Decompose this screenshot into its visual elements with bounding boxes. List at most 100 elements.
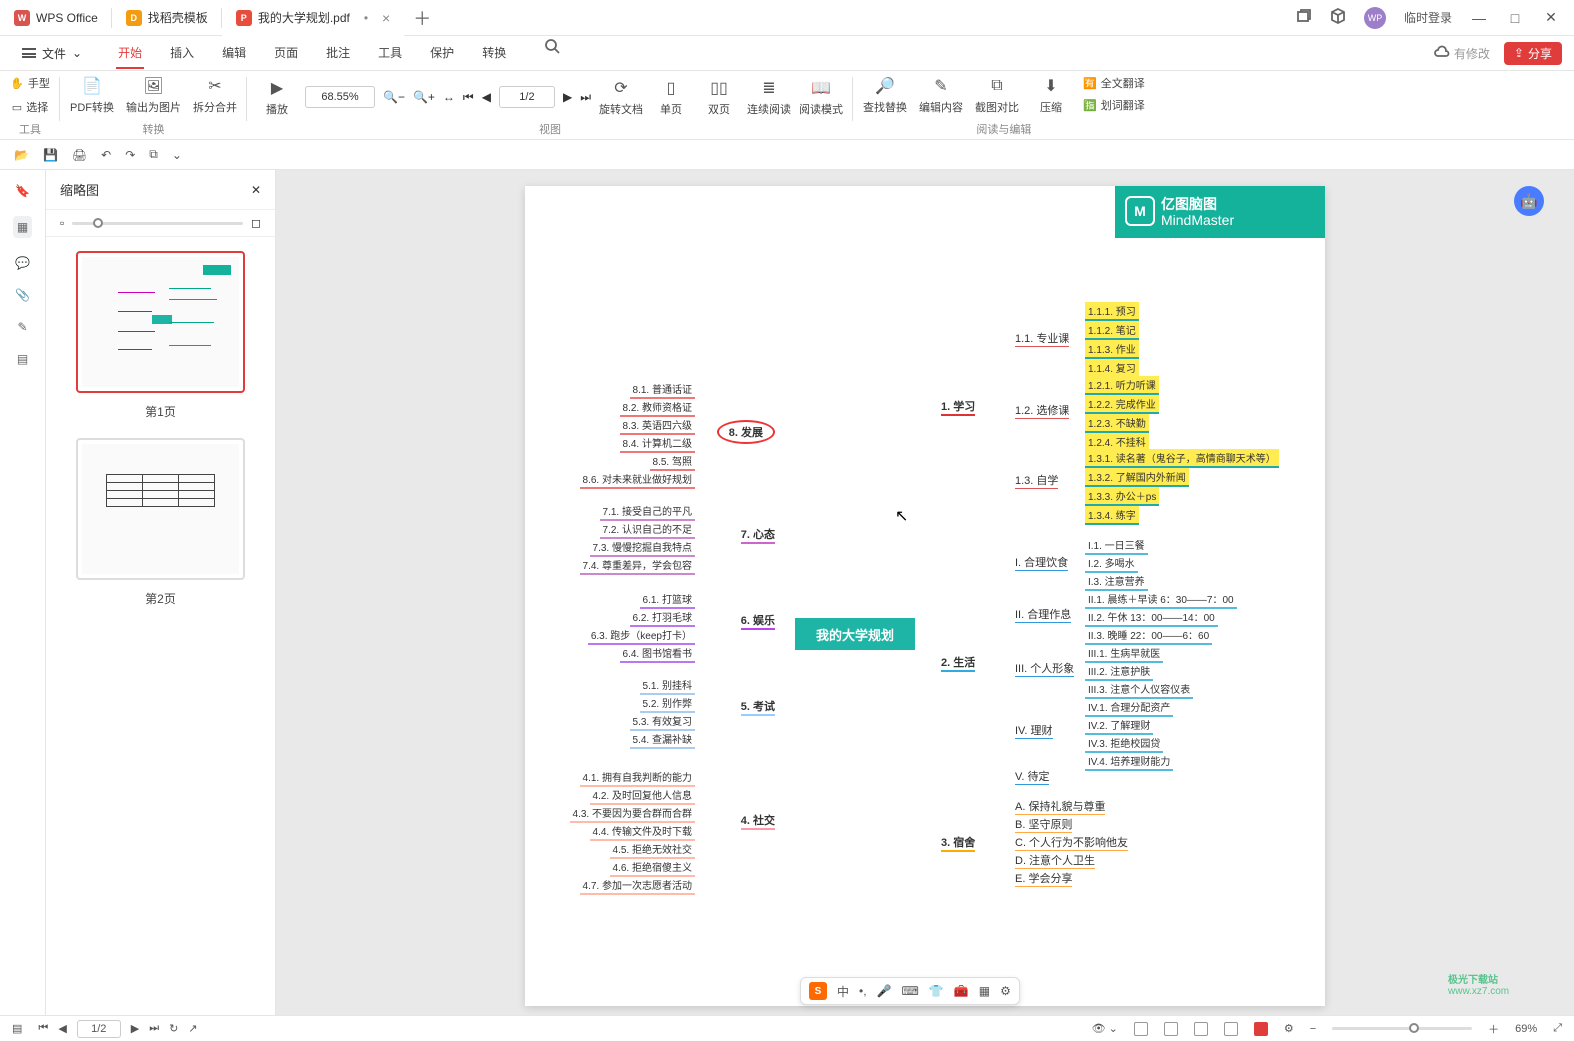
minimize-button[interactable]: — bbox=[1470, 10, 1488, 26]
zoom-value[interactable]: 68.55% bbox=[305, 86, 375, 108]
thumbnail-close-icon[interactable]: ✕ bbox=[251, 183, 261, 197]
btn-continuous[interactable]: ≣连续阅读 bbox=[747, 77, 791, 117]
qa-undo-icon[interactable]: ↶ bbox=[101, 148, 111, 162]
status-next-icon[interactable]: ▶ bbox=[131, 1022, 139, 1035]
zoom-in-status-icon[interactable]: ＋ bbox=[1488, 1021, 1499, 1037]
ime-grid-icon[interactable]: ▦ bbox=[979, 984, 990, 998]
app-tab[interactable]: W WPS Office bbox=[0, 0, 112, 36]
status-zoom-slider[interactable] bbox=[1332, 1027, 1472, 1030]
rail-draw-icon[interactable]: ✎ bbox=[17, 320, 27, 334]
qa-print-icon[interactable]: 🖨 bbox=[72, 148, 87, 162]
mind-sub-left: 8.4. 计算机二级 bbox=[620, 434, 695, 453]
ime-mic-icon[interactable]: 🎤 bbox=[877, 984, 892, 998]
zoom-out-icon[interactable]: 🔍− bbox=[383, 90, 405, 104]
btn-play[interactable]: ▶播放 bbox=[257, 77, 297, 117]
tab-close-icon[interactable]: × bbox=[382, 10, 390, 26]
avatar-icon[interactable]: WP bbox=[1364, 7, 1386, 29]
share-button[interactable]: ⇪ 分享 bbox=[1504, 42, 1562, 65]
ime-lang[interactable]: 中 bbox=[837, 983, 849, 1000]
status-view2-icon[interactable] bbox=[1164, 1022, 1178, 1036]
menu-start[interactable]: 开始 bbox=[116, 38, 144, 69]
menu-insert[interactable]: 插入 bbox=[168, 38, 196, 69]
status-page-input[interactable]: 1/2 bbox=[77, 1020, 121, 1038]
status-zoom-label[interactable]: 69% bbox=[1515, 1023, 1537, 1035]
ime-settings-icon[interactable]: ⚙ bbox=[1000, 984, 1011, 998]
btn-compress[interactable]: ⬇压缩 bbox=[1031, 75, 1071, 115]
search-icon[interactable] bbox=[544, 38, 560, 69]
menu-edit[interactable]: 编辑 bbox=[220, 38, 248, 69]
status-gear-icon[interactable]: ⚙ bbox=[1284, 1022, 1294, 1035]
status-exit-icon[interactable]: ↗ bbox=[188, 1022, 197, 1035]
status-eye-icon[interactable]: 👁 ⌄ bbox=[1092, 1022, 1118, 1035]
btn-read-mode[interactable]: 📖阅读模式 bbox=[799, 77, 843, 117]
cube-icon[interactable] bbox=[1330, 8, 1346, 27]
status-view4-icon[interactable] bbox=[1224, 1022, 1238, 1036]
menu-protect[interactable]: 保护 bbox=[428, 38, 456, 69]
page-view[interactable]: M 亿图脑图MindMaster 我的大学规划 ↖ 1. 学习1.1. 专业课1… bbox=[276, 170, 1574, 1015]
prev-page-icon[interactable]: ◀ bbox=[482, 90, 491, 104]
btn-double-page[interactable]: ▯▯双页 bbox=[699, 77, 739, 117]
rail-attachment-icon[interactable]: 📎 bbox=[15, 288, 30, 302]
status-last-icon[interactable]: ⏭ bbox=[149, 1022, 159, 1035]
status-expand-icon[interactable]: ⤢ bbox=[1553, 1022, 1562, 1035]
qa-copy-icon[interactable]: ⧉ bbox=[149, 147, 158, 162]
ime-toolbar[interactable]: S 中 •, 🎤 ⌨ 👕 🧰 ▦ ⚙ bbox=[800, 977, 1020, 1005]
menu-page[interactable]: 页面 bbox=[272, 38, 300, 69]
qa-open-icon[interactable]: 📂 bbox=[14, 148, 29, 162]
first-page-icon[interactable]: ⏮ bbox=[463, 90, 474, 105]
status-first-icon[interactable]: ⏮ bbox=[38, 1022, 48, 1035]
tool-hand[interactable]: ✋ 手型 ▭ 选择 bbox=[10, 75, 50, 115]
menu-convert[interactable]: 转换 bbox=[480, 38, 508, 69]
btn-screenshot-compare[interactable]: ⧉截图对比 bbox=[975, 75, 1019, 115]
fit-width-icon[interactable]: ↔ bbox=[443, 90, 455, 104]
page-indicator[interactable]: 1/2 bbox=[499, 86, 555, 108]
status-view1-icon[interactable] bbox=[1134, 1022, 1148, 1036]
rail-layers-icon[interactable]: ▤ bbox=[17, 352, 28, 366]
close-button[interactable]: ✕ bbox=[1542, 9, 1560, 26]
thumbnail-page-2[interactable] bbox=[76, 438, 245, 580]
zoom-out-status-icon[interactable]: − bbox=[1310, 1023, 1316, 1035]
ime-keyboard-icon[interactable]: ⌨ bbox=[902, 984, 919, 998]
mind-sub-left: 4.7. 参加一次志愿者活动 bbox=[580, 876, 695, 895]
rail-bookmark-icon[interactable]: 🔖 bbox=[15, 184, 30, 198]
ime-punct-icon[interactable]: •, bbox=[859, 984, 867, 998]
template-tab-label: 找稻壳模板 bbox=[148, 9, 208, 26]
thumbnail-zoom-slider[interactable]: ▫ ◻ bbox=[46, 209, 275, 237]
zoom-in-icon[interactable]: 🔍+ bbox=[413, 90, 435, 104]
cloud-status[interactable]: 有修改 bbox=[1434, 45, 1490, 62]
status-view-active-icon[interactable] bbox=[1254, 1022, 1268, 1036]
tool-select[interactable]: ▭ 选择 bbox=[12, 99, 48, 115]
qa-redo-icon[interactable]: ↷ bbox=[125, 148, 135, 162]
next-page-icon[interactable]: ▶ bbox=[563, 90, 572, 104]
qa-save-icon[interactable]: 💾 bbox=[43, 148, 58, 162]
status-prev-icon[interactable]: ◀ bbox=[58, 1022, 66, 1035]
restore-down-icon[interactable] bbox=[1296, 8, 1312, 27]
btn-translate[interactable]: 🈶 全文翻译 🈯 划词翻译 bbox=[1083, 75, 1145, 113]
login-label[interactable]: 临时登录 bbox=[1404, 9, 1452, 26]
maximize-button[interactable]: □ bbox=[1506, 10, 1524, 26]
ime-skin-icon[interactable]: 👕 bbox=[929, 984, 944, 998]
document-tab[interactable]: P 我的大学规划.pdf • × bbox=[222, 0, 404, 36]
last-page-icon[interactable]: ⏭ bbox=[580, 90, 591, 105]
rail-thumbnail-icon[interactable]: ▦ bbox=[13, 216, 32, 238]
btn-edit-content[interactable]: ✎编辑内容 bbox=[919, 75, 963, 115]
status-loop-icon[interactable]: ↻ bbox=[169, 1022, 178, 1035]
status-view3-icon[interactable] bbox=[1194, 1022, 1208, 1036]
rail-comment-icon[interactable]: 💬 bbox=[15, 256, 30, 270]
thumbnail-page-1[interactable] bbox=[76, 251, 245, 393]
btn-single-page[interactable]: ▯单页 bbox=[651, 77, 691, 117]
btn-export-image[interactable]: 🖼输出为图片 bbox=[126, 75, 181, 115]
status-menu-icon[interactable]: ▤ bbox=[12, 1022, 22, 1035]
ime-toolbox-icon[interactable]: 🧰 bbox=[954, 984, 969, 998]
btn-split-merge[interactable]: ✂拆分合并 bbox=[193, 75, 237, 115]
menu-tools[interactable]: 工具 bbox=[376, 38, 404, 69]
btn-pdf-convert[interactable]: 📄PDF转换 bbox=[70, 75, 114, 115]
file-menu[interactable]: 文件 ⌄ bbox=[12, 41, 92, 66]
new-tab-button[interactable]: ＋ bbox=[404, 5, 440, 31]
assistant-float-icon[interactable]: 🤖 bbox=[1514, 186, 1544, 216]
menu-annotate[interactable]: 批注 bbox=[324, 38, 352, 69]
template-tab[interactable]: D 找稻壳模板 bbox=[112, 0, 222, 36]
qa-more-icon[interactable]: ⌄ bbox=[172, 148, 182, 162]
btn-find-replace[interactable]: 🔎查找替换 bbox=[863, 75, 907, 115]
btn-rotate[interactable]: ⟳旋转文档 bbox=[599, 77, 643, 117]
